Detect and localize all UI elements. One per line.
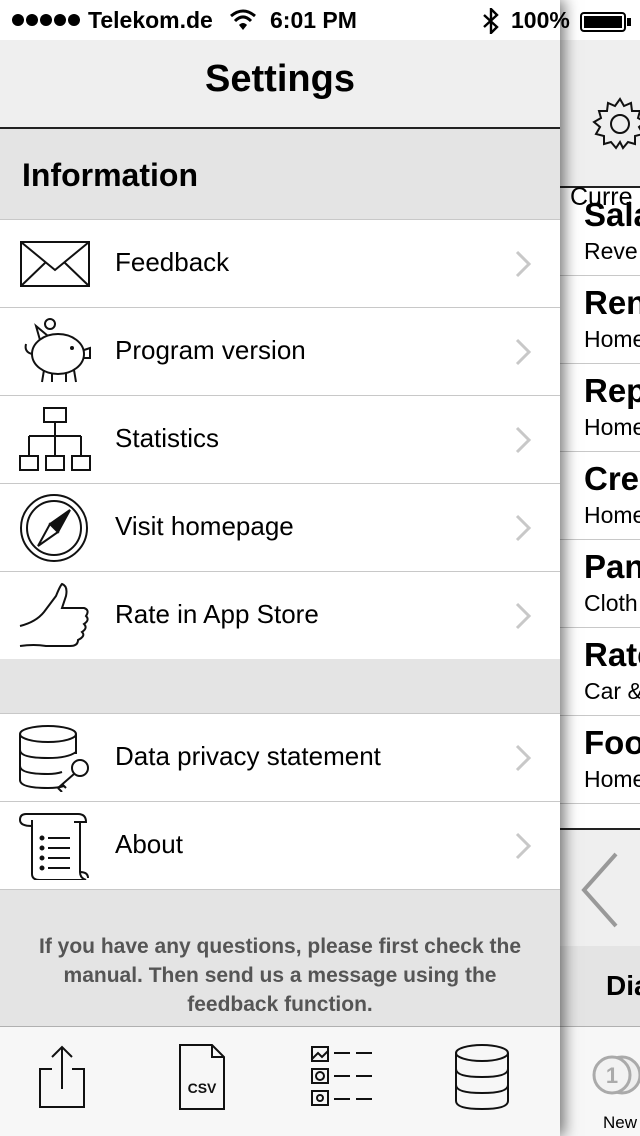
- background-list-item[interactable]: Foo Home: [560, 716, 640, 804]
- background-list-item[interactable]: Rep Home: [560, 364, 640, 452]
- settings-item-label: Feedback: [115, 247, 230, 277]
- background-diagram-bar: Dia: [560, 946, 640, 1026]
- chevron-right-icon: [515, 602, 532, 630]
- tab-new-label: New: [603, 1113, 638, 1132]
- settings-item-rate[interactable]: Rate in App Store: [0, 572, 560, 660]
- hierarchy-chart-icon: [19, 407, 91, 471]
- carrier-name: Telekom.de: [88, 7, 213, 33]
- section-header: Information: [0, 129, 560, 220]
- category-list-icon[interactable]: [302, 1043, 382, 1113]
- status-time: 6:01 PM: [270, 7, 357, 33]
- settings-item-label: Rate in App Store: [115, 599, 319, 629]
- background-list-item[interactable]: RateCar &: [560, 628, 640, 716]
- settings-item-homepage[interactable]: Visit homepage: [0, 484, 560, 572]
- settings-item-statistics[interactable]: Statistics: [0, 396, 560, 484]
- share-export-icon[interactable]: [22, 1043, 102, 1113]
- navigation-bar: Settings: [0, 40, 560, 129]
- settings-panel: Settings Information Feedback Program ve…: [0, 0, 560, 1136]
- settings-item-program-version[interactable]: Program version: [0, 308, 560, 396]
- bluetooth-icon: [483, 8, 499, 34]
- chevron-right-icon: [515, 426, 532, 454]
- settings-item-feedback[interactable]: Feedback: [0, 220, 560, 308]
- thumbs-up-icon: [19, 582, 89, 647]
- status-bar: Telekom.de 6:01 PM 100%: [0, 0, 640, 40]
- chevron-right-icon: [515, 744, 532, 772]
- svg-text:CSV: CSV: [188, 1080, 217, 1096]
- background-list-item[interactable]: Cre Home: [560, 452, 640, 540]
- settings-item-label: Program version: [115, 335, 306, 365]
- diagram-label: Dia: [606, 970, 640, 1001]
- settings-item-label: Visit homepage: [115, 511, 294, 541]
- chevron-right-icon: [515, 514, 532, 542]
- background-list-item[interactable]: Pan Cloth: [560, 540, 640, 628]
- database-key-icon: [19, 725, 89, 792]
- background-list-item[interactable]: SalaReve: [560, 188, 640, 276]
- chevron-right-icon: [515, 338, 532, 366]
- scroll-icon: [18, 813, 89, 880]
- envelope-icon: [20, 241, 90, 287]
- section-spacer: [0, 659, 560, 714]
- piggy-bank-icon: [24, 318, 91, 383]
- settings-item-about[interactable]: About: [0, 802, 560, 890]
- page-title: Settings: [205, 58, 355, 100]
- battery-icon: [580, 12, 631, 32]
- chevron-right-icon: [515, 832, 532, 860]
- background-nav-strip: [560, 828, 640, 946]
- tab-bar: CSV: [0, 1026, 560, 1136]
- settings-item-label: Data privacy statement: [115, 741, 381, 771]
- gear-icon[interactable]: [592, 96, 640, 152]
- settings-item-privacy[interactable]: Data privacy statement: [0, 714, 560, 802]
- help-text: If you have any questions, please first …: [39, 935, 521, 1016]
- signal-dots-icon: [12, 14, 80, 26]
- background-panel-header: Curre: [560, 40, 640, 211]
- background-panel: Curre SalaReve RenHome RepHome CreHome P…: [560, 0, 640, 1136]
- background-tabbar: 1 New: [560, 1026, 640, 1136]
- wifi-icon: [230, 9, 256, 30]
- settings-item-label: About: [115, 829, 183, 859]
- settings-item-label: Statistics: [115, 423, 220, 453]
- compass-icon: [20, 494, 88, 562]
- csv-file-icon[interactable]: CSV: [162, 1043, 242, 1113]
- chevron-left-icon[interactable]: [580, 852, 620, 928]
- chevron-right-icon: [515, 250, 532, 278]
- background-list-item[interactable]: Ren Home: [560, 276, 640, 364]
- help-footer: If you have any questions, please first …: [0, 890, 560, 1026]
- svg-text:1: 1: [606, 1063, 618, 1088]
- coins-icon[interactable]: 1: [592, 1051, 640, 1099]
- section-title: Information: [22, 157, 198, 193]
- database-icon[interactable]: [442, 1043, 522, 1113]
- battery-percent: 100%: [511, 7, 570, 33]
